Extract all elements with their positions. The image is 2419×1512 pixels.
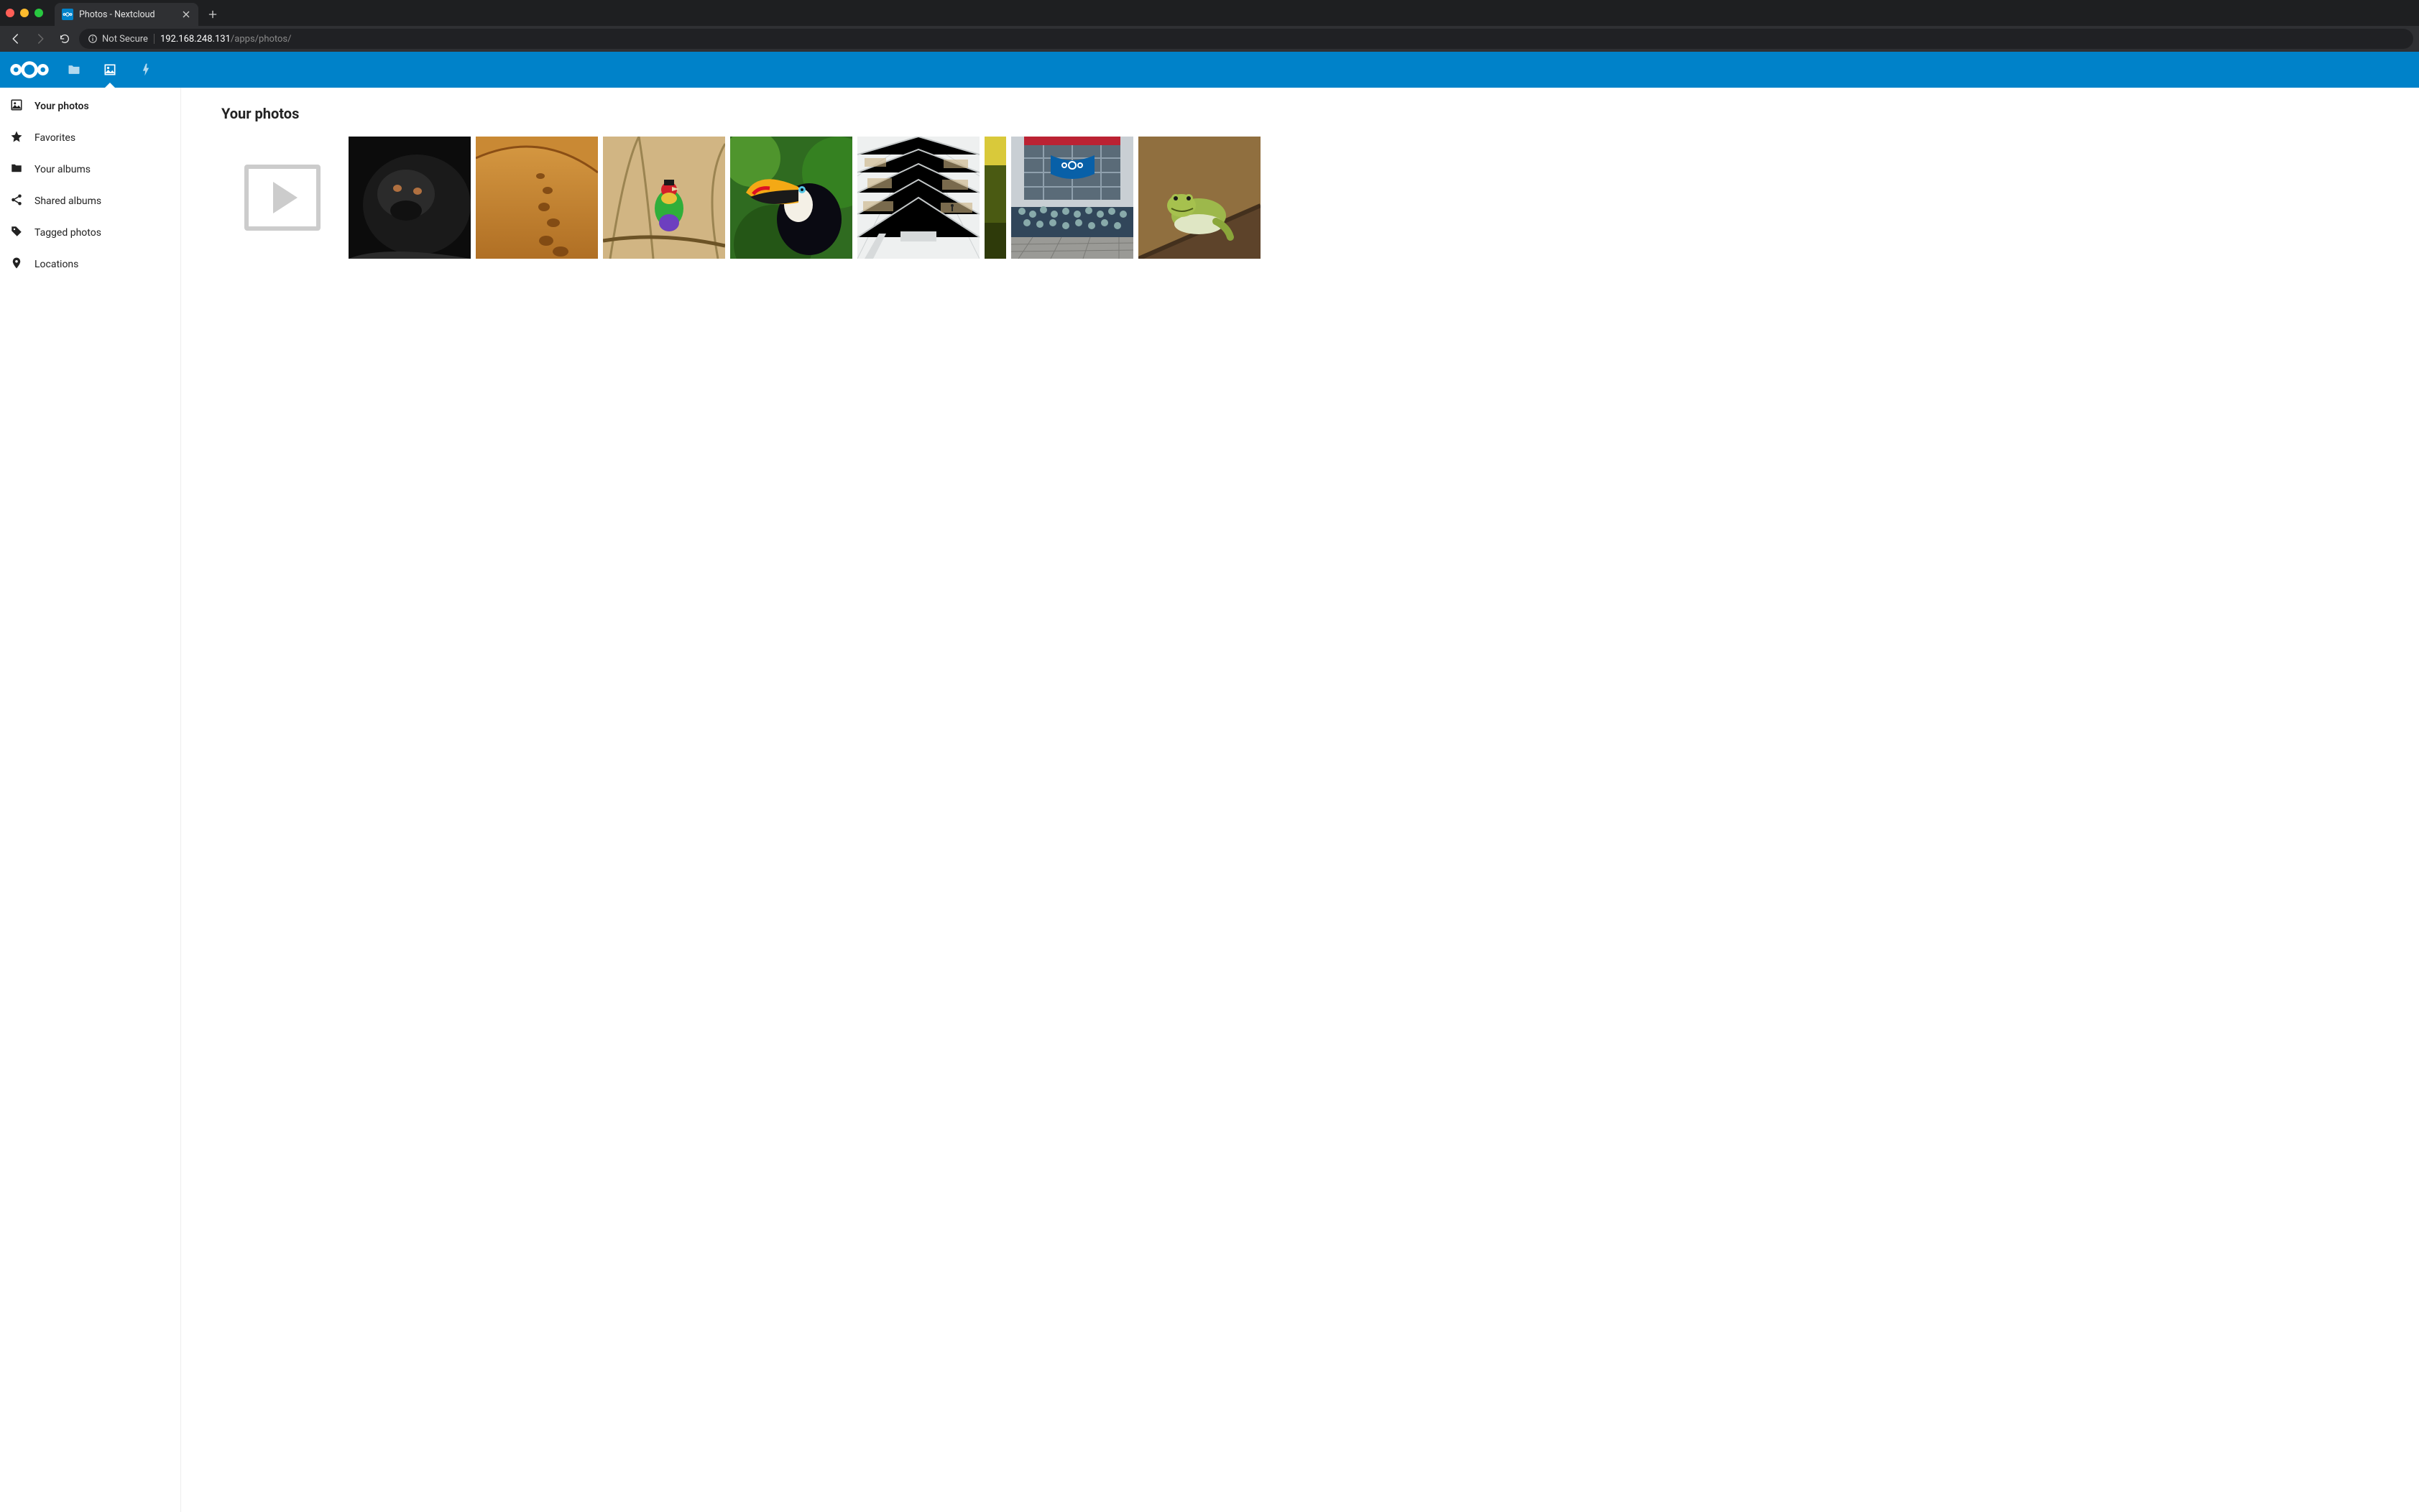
photo-tile-gorilla[interactable]: [349, 137, 471, 259]
photo-tile-library[interactable]: [857, 137, 980, 259]
image-icon: [10, 98, 23, 114]
tab-bar: Photos - Nextcloud: [0, 0, 2419, 26]
nextcloud-favicon: [62, 9, 73, 20]
app-header: [0, 52, 2419, 88]
reload-button[interactable]: [55, 29, 75, 49]
app-body: Your photos Favorites Your albums Shared…: [0, 88, 2419, 1512]
activity-app-icon[interactable]: [128, 52, 164, 88]
photo-tile-toucan[interactable]: [730, 137, 852, 259]
sidebar-item-favorites[interactable]: Favorites: [0, 122, 180, 154]
sidebar-item-label: Your albums: [34, 164, 91, 175]
share-icon: [10, 193, 23, 209]
sidebar-item-label: Locations: [34, 259, 78, 270]
files-app-icon[interactable]: [56, 52, 92, 88]
security-indicator[interactable]: Not Secure: [88, 34, 148, 45]
folder-icon: [10, 162, 23, 178]
close-window-button[interactable]: [6, 9, 14, 17]
browser-chrome: Photos - Nextcloud Not Secure 192.168.2: [0, 0, 2419, 52]
sidebar: Your photos Favorites Your albums Shared…: [0, 88, 181, 1512]
photo-tile-video[interactable]: [221, 137, 344, 259]
star-icon: [10, 130, 23, 146]
sidebar-item-label: Your photos: [34, 101, 89, 112]
security-label: Not Secure: [102, 34, 148, 45]
minimize-window-button[interactable]: [20, 9, 29, 17]
location-icon: [10, 257, 23, 272]
photo-tile-desert[interactable]: [476, 137, 598, 259]
address-bar: Not Secure 192.168.248.131/apps/photos/: [0, 26, 2419, 52]
sidebar-item-label: Shared albums: [34, 195, 101, 207]
close-tab-button[interactable]: [181, 9, 191, 19]
back-button[interactable]: [6, 29, 26, 49]
photo-tile-nature-crop[interactable]: [985, 137, 1006, 259]
url-text: 192.168.248.131/apps/photos/: [160, 34, 292, 45]
tab-title: Photos - Nextcloud: [79, 9, 175, 20]
maximize-window-button[interactable]: [34, 9, 43, 17]
sidebar-item-label: Favorites: [34, 132, 75, 144]
content: Your photos: [181, 88, 2419, 1512]
page-title: Your photos: [221, 105, 2419, 122]
browser-tab[interactable]: Photos - Nextcloud: [55, 3, 198, 26]
photo-tile-finch[interactable]: [603, 137, 725, 259]
nextcloud-logo[interactable]: [7, 57, 52, 82]
sidebar-item-tagged-photos[interactable]: Tagged photos: [0, 217, 180, 249]
tag-icon: [10, 225, 23, 241]
photo-grid: [221, 137, 2419, 259]
photo-tile-community[interactable]: [1011, 137, 1133, 259]
sidebar-item-label: Tagged photos: [34, 227, 101, 239]
forward-button[interactable]: [30, 29, 50, 49]
photo-tile-frog[interactable]: [1138, 137, 1261, 259]
url-field[interactable]: Not Secure 192.168.248.131/apps/photos/: [79, 29, 2413, 49]
url-divider: [154, 34, 155, 44]
sidebar-item-locations[interactable]: Locations: [0, 249, 180, 280]
sidebar-item-shared-albums[interactable]: Shared albums: [0, 185, 180, 217]
url-path: /apps/photos/: [231, 34, 292, 45]
photos-app-icon[interactable]: [92, 52, 128, 88]
window-controls: [6, 9, 43, 17]
sidebar-item-your-albums[interactable]: Your albums: [0, 154, 180, 185]
video-placeholder-icon: [244, 165, 321, 231]
url-host: 192.168.248.131: [160, 34, 231, 45]
new-tab-button[interactable]: [203, 4, 223, 24]
sidebar-item-your-photos[interactable]: Your photos: [0, 91, 180, 122]
